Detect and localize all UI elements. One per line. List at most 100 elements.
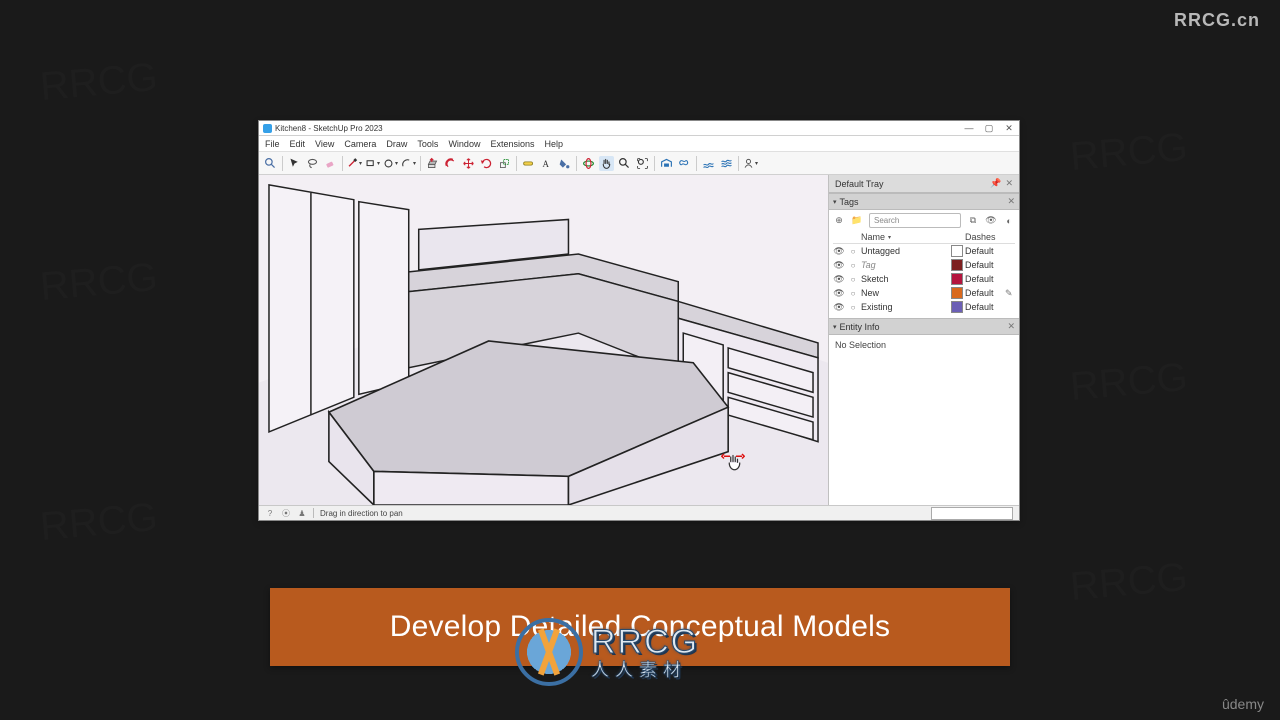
pushpull-icon[interactable]: [425, 156, 440, 171]
tag-dashes[interactable]: Default: [965, 260, 1003, 270]
tray-pin-icon[interactable]: 📌: [990, 178, 1001, 189]
tag-active-radio[interactable]: ○: [847, 247, 859, 256]
menu-help[interactable]: Help: [544, 139, 563, 149]
geo-icon[interactable]: ⦿: [281, 508, 291, 518]
edit-tag-icon[interactable]: ✎: [1005, 288, 1015, 299]
tag-active-radio[interactable]: ○: [847, 261, 859, 270]
tag-color-swatch[interactable]: [951, 287, 963, 299]
sandbox1-icon[interactable]: [701, 156, 716, 171]
tag-more-icon[interactable]: ◐: [1003, 215, 1015, 227]
tag-row[interactable]: 👁○New Default✎: [833, 286, 1015, 300]
tag-row[interactable]: 👁○SketchDefault: [833, 272, 1015, 286]
model-viewport[interactable]: [259, 175, 828, 505]
tag-dashes[interactable]: Default: [965, 246, 1003, 256]
menu-draw[interactable]: Draw: [386, 139, 407, 149]
tag-row[interactable]: 👁○Existing Default: [833, 300, 1015, 314]
lasso-icon[interactable]: [305, 156, 320, 171]
circle-tool-icon[interactable]: [383, 156, 398, 171]
warehouse-icon[interactable]: [659, 156, 674, 171]
tag-color-swatch[interactable]: [951, 273, 963, 285]
tag-visibility-icon[interactable]: 👁: [985, 215, 997, 227]
extension-wh-icon[interactable]: [677, 156, 692, 171]
select-icon[interactable]: [287, 156, 302, 171]
bg-watermark: RRCG: [38, 255, 159, 310]
badge-line1: RRCG: [591, 625, 699, 659]
tag-dashes[interactable]: Default: [965, 302, 1003, 312]
add-tag-button[interactable]: ⊕: [833, 215, 845, 227]
center-watermark-badge: RRCG 人人素材: [515, 618, 699, 686]
bg-watermark: RRCG: [1068, 555, 1189, 610]
entity-info-message: No Selection: [835, 338, 1013, 356]
tag-name: New: [861, 288, 949, 298]
title-bar[interactable]: Kitchen8 - SketchUp Pro 2023 — ▢ ✕: [259, 121, 1019, 136]
window-minimize-button[interactable]: —: [963, 123, 975, 134]
tape-icon[interactable]: [521, 156, 536, 171]
tag-active-radio[interactable]: ○: [847, 289, 859, 298]
tag-color-swatch[interactable]: [951, 259, 963, 271]
tag-visibility-toggle[interactable]: 👁: [833, 246, 845, 257]
text-icon[interactable]: A: [539, 156, 554, 171]
tags-dashes-header[interactable]: Dashes: [965, 232, 1003, 242]
menu-edit[interactable]: Edit: [290, 139, 306, 149]
bottom-right-branding: ûdemy: [1222, 696, 1264, 712]
menu-camera[interactable]: Camera: [344, 139, 376, 149]
offset-icon[interactable]: [443, 156, 458, 171]
orbit-icon[interactable]: [581, 156, 596, 171]
scale-icon[interactable]: [497, 156, 512, 171]
pan-icon[interactable]: [599, 156, 614, 171]
search-icon[interactable]: [263, 156, 278, 171]
status-bar: ? ⦿ ♟ Drag in direction to pan: [259, 505, 1019, 520]
tag-active-radio[interactable]: ○: [847, 275, 859, 284]
entity-panel-label: Entity Info: [840, 322, 880, 332]
rectangle-tool-icon[interactable]: [365, 156, 380, 171]
help-icon[interactable]: ?: [265, 508, 275, 518]
window-maximize-button[interactable]: ▢: [983, 123, 995, 134]
tag-dashes[interactable]: Default: [965, 288, 1003, 298]
tags-panel-header[interactable]: Tags ✕: [829, 193, 1019, 210]
app-icon: [263, 124, 272, 133]
tags-name-header[interactable]: Name: [861, 232, 949, 242]
tray-close-icon[interactable]: ✕: [1005, 178, 1013, 189]
tray-title-bar[interactable]: Default Tray 📌 ✕: [829, 175, 1019, 193]
entity-panel-header[interactable]: Entity Info ✕: [829, 318, 1019, 335]
measurements-input[interactable]: [931, 507, 1013, 520]
tag-filter-icon[interactable]: ⧉: [967, 215, 979, 227]
arc-tool-icon[interactable]: [401, 156, 416, 171]
bg-watermark: RRCG: [1068, 355, 1189, 410]
tags-panel-close-icon[interactable]: ✕: [1007, 196, 1015, 207]
tag-row[interactable]: 👁○UntaggedDefault: [833, 244, 1015, 258]
menu-tools[interactable]: Tools: [417, 139, 438, 149]
entity-panel-close-icon[interactable]: ✕: [1007, 321, 1015, 332]
line-tool-icon[interactable]: [347, 156, 362, 171]
tag-color-swatch[interactable]: [951, 245, 963, 257]
tag-dashes[interactable]: Default: [965, 274, 1003, 284]
badge-line2: 人人素材: [591, 661, 699, 679]
paint-icon[interactable]: [557, 156, 572, 171]
tag-row[interactable]: 👁○TagDefault: [833, 258, 1015, 272]
tag-visibility-toggle[interactable]: 👁: [833, 274, 845, 285]
eraser-icon[interactable]: [323, 156, 338, 171]
menu-view[interactable]: View: [315, 139, 334, 149]
menu-extensions[interactable]: Extensions: [490, 139, 534, 149]
tag-active-radio[interactable]: ○: [847, 303, 859, 312]
top-right-watermark: RRCG.cn: [1174, 10, 1260, 31]
account-icon[interactable]: [743, 156, 758, 171]
tag-search-input[interactable]: Search: [869, 213, 961, 228]
credits-icon[interactable]: ♟: [297, 508, 307, 518]
rotate-icon[interactable]: [479, 156, 494, 171]
tag-visibility-toggle[interactable]: 👁: [833, 288, 845, 299]
sandbox2-icon[interactable]: [719, 156, 734, 171]
zoom-extents-icon[interactable]: [635, 156, 650, 171]
tag-folder-button[interactable]: 📁: [851, 215, 863, 227]
zoom-icon[interactable]: [617, 156, 632, 171]
tag-visibility-toggle[interactable]: 👁: [833, 302, 845, 313]
tag-visibility-toggle[interactable]: 👁: [833, 260, 845, 271]
tag-color-swatch[interactable]: [951, 301, 963, 313]
entity-info-panel: No Selection: [829, 335, 1019, 505]
move-icon[interactable]: [461, 156, 476, 171]
menu-window[interactable]: Window: [448, 139, 480, 149]
tags-panel: ⊕ 📁 Search ⧉ 👁 ◐ Name Dashes 👁○UntaggedD…: [829, 210, 1019, 318]
window-close-button[interactable]: ✕: [1003, 123, 1015, 134]
menu-file[interactable]: File: [265, 139, 280, 149]
tag-name: Existing: [861, 302, 949, 312]
